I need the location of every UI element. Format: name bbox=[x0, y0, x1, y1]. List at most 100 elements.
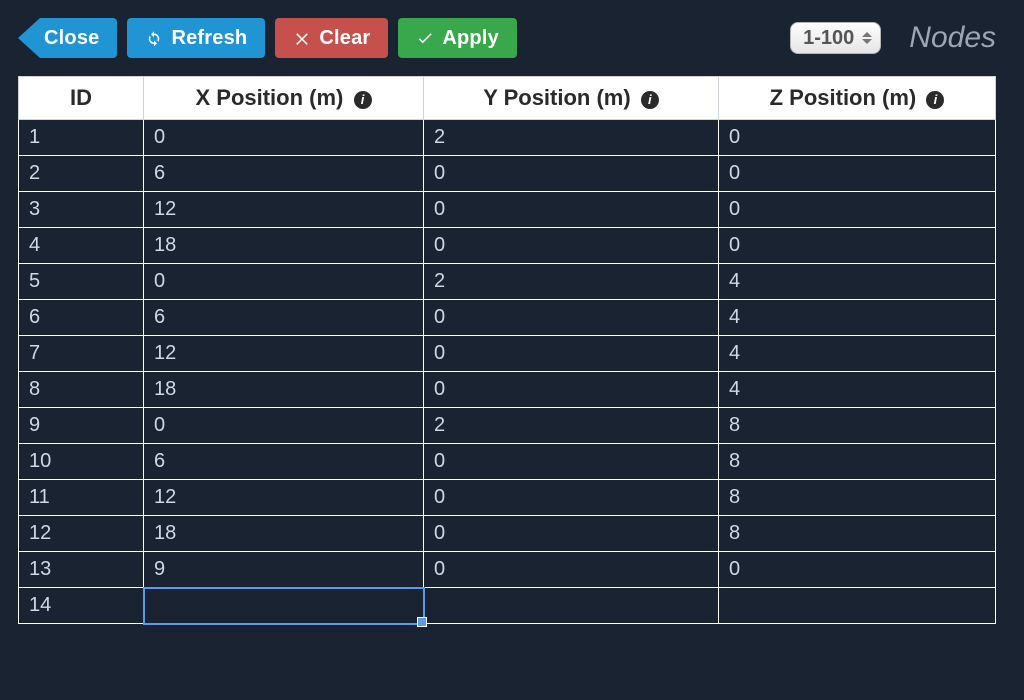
cell-z[interactable]: 8 bbox=[719, 408, 996, 444]
panel-title: Nodes bbox=[909, 21, 996, 55]
cell-id[interactable]: 9 bbox=[19, 408, 144, 444]
cell-y[interactable]: 0 bbox=[424, 228, 719, 264]
column-header-z-label: Z Position (m) bbox=[770, 85, 917, 110]
table-row: 6604 bbox=[19, 300, 996, 336]
table-row: 13900 bbox=[19, 552, 996, 588]
cell-y[interactable]: 0 bbox=[424, 444, 719, 480]
cell-x[interactable]: 12 bbox=[144, 192, 424, 228]
cell-x[interactable]: 0 bbox=[144, 408, 424, 444]
cell-x[interactable]: 18 bbox=[144, 372, 424, 408]
nodes-table-body: 1020260031200418005024660471204818049028… bbox=[19, 120, 996, 624]
column-header-x-label: X Position (m) bbox=[195, 85, 343, 110]
cell-z[interactable]: 8 bbox=[719, 516, 996, 552]
clear-button-label: Clear bbox=[319, 27, 370, 50]
cell-y[interactable] bbox=[424, 588, 719, 624]
cell-z[interactable] bbox=[719, 588, 996, 624]
toolbar: Close Refresh Clear Apply 1-100 bbox=[18, 18, 996, 58]
cell-x[interactable]: 0 bbox=[144, 120, 424, 156]
close-button-label: Close bbox=[44, 27, 99, 50]
table-row: 111208 bbox=[19, 480, 996, 516]
cell-x[interactable]: 0 bbox=[144, 264, 424, 300]
cell-y[interactable]: 0 bbox=[424, 480, 719, 516]
cell-y[interactable]: 0 bbox=[424, 516, 719, 552]
cell-z[interactable]: 4 bbox=[719, 300, 996, 336]
cell-id[interactable]: 12 bbox=[19, 516, 144, 552]
cell-x[interactable]: 6 bbox=[144, 444, 424, 480]
table-row: 14 bbox=[19, 588, 996, 624]
close-x-icon bbox=[293, 29, 311, 47]
nodes-table: ID X Position (m) i Y Position (m) i Z P… bbox=[18, 76, 996, 624]
cell-y[interactable]: 0 bbox=[424, 192, 719, 228]
column-header-id-label: ID bbox=[70, 85, 92, 110]
refresh-icon bbox=[145, 29, 163, 47]
cell-id[interactable]: 14 bbox=[19, 588, 144, 624]
cell-y[interactable]: 0 bbox=[424, 156, 719, 192]
cell-y[interactable]: 2 bbox=[424, 120, 719, 156]
table-row: 1020 bbox=[19, 120, 996, 156]
table-row: 41800 bbox=[19, 228, 996, 264]
close-button-wrap: Close bbox=[18, 18, 117, 58]
cell-z[interactable]: 0 bbox=[719, 228, 996, 264]
cell-x[interactable]: 12 bbox=[144, 336, 424, 372]
clear-button[interactable]: Clear bbox=[275, 18, 388, 58]
cell-id[interactable]: 3 bbox=[19, 192, 144, 228]
cell-x[interactable]: 12 bbox=[144, 480, 424, 516]
table-row: 9028 bbox=[19, 408, 996, 444]
cell-z[interactable]: 8 bbox=[719, 444, 996, 480]
cell-z[interactable]: 0 bbox=[719, 552, 996, 588]
cell-z[interactable]: 0 bbox=[719, 192, 996, 228]
info-icon[interactable]: i bbox=[641, 91, 659, 109]
table-row: 71204 bbox=[19, 336, 996, 372]
cell-z[interactable]: 4 bbox=[719, 336, 996, 372]
refresh-button-label: Refresh bbox=[171, 27, 247, 50]
cell-x[interactable]: 6 bbox=[144, 156, 424, 192]
cell-y[interactable]: 2 bbox=[424, 264, 719, 300]
cell-z[interactable]: 4 bbox=[719, 372, 996, 408]
cell-id[interactable]: 11 bbox=[19, 480, 144, 516]
info-icon[interactable]: i bbox=[354, 91, 372, 109]
cell-x[interactable]: 9 bbox=[144, 552, 424, 588]
cell-id[interactable]: 7 bbox=[19, 336, 144, 372]
column-header-x[interactable]: X Position (m) i bbox=[144, 77, 424, 120]
table-row: 5024 bbox=[19, 264, 996, 300]
cell-id[interactable]: 8 bbox=[19, 372, 144, 408]
cell-x[interactable]: 6 bbox=[144, 300, 424, 336]
cell-x[interactable] bbox=[144, 588, 424, 624]
cell-id[interactable]: 6 bbox=[19, 300, 144, 336]
table-row: 10608 bbox=[19, 444, 996, 480]
column-header-z[interactable]: Z Position (m) i bbox=[719, 77, 996, 120]
cell-z[interactable]: 4 bbox=[719, 264, 996, 300]
cell-id[interactable]: 5 bbox=[19, 264, 144, 300]
cell-id[interactable]: 2 bbox=[19, 156, 144, 192]
cell-z[interactable]: 0 bbox=[719, 156, 996, 192]
cell-id[interactable]: 13 bbox=[19, 552, 144, 588]
table-row: 81804 bbox=[19, 372, 996, 408]
stepper-icon bbox=[862, 32, 872, 44]
cell-z[interactable]: 0 bbox=[719, 120, 996, 156]
range-select-value: 1-100 bbox=[803, 27, 854, 50]
cell-x[interactable]: 18 bbox=[144, 228, 424, 264]
cell-y[interactable]: 0 bbox=[424, 300, 719, 336]
column-header-y-label: Y Position (m) bbox=[483, 85, 631, 110]
info-icon[interactable]: i bbox=[926, 91, 944, 109]
table-row: 121808 bbox=[19, 516, 996, 552]
cell-y[interactable]: 2 bbox=[424, 408, 719, 444]
cell-y[interactable]: 0 bbox=[424, 552, 719, 588]
apply-button[interactable]: Apply bbox=[398, 18, 517, 58]
cell-id[interactable]: 4 bbox=[19, 228, 144, 264]
range-select[interactable]: 1-100 bbox=[790, 22, 881, 54]
table-row: 31200 bbox=[19, 192, 996, 228]
column-header-y[interactable]: Y Position (m) i bbox=[424, 77, 719, 120]
cell-y[interactable]: 0 bbox=[424, 372, 719, 408]
check-icon bbox=[416, 29, 434, 47]
column-header-id[interactable]: ID bbox=[19, 77, 144, 120]
cell-x[interactable]: 18 bbox=[144, 516, 424, 552]
close-button[interactable]: Close bbox=[40, 18, 117, 58]
cell-id[interactable]: 1 bbox=[19, 120, 144, 156]
cell-id[interactable]: 10 bbox=[19, 444, 144, 480]
cell-z[interactable]: 8 bbox=[719, 480, 996, 516]
table-row: 2600 bbox=[19, 156, 996, 192]
cell-y[interactable]: 0 bbox=[424, 336, 719, 372]
apply-button-label: Apply bbox=[442, 27, 499, 50]
refresh-button[interactable]: Refresh bbox=[127, 18, 265, 58]
